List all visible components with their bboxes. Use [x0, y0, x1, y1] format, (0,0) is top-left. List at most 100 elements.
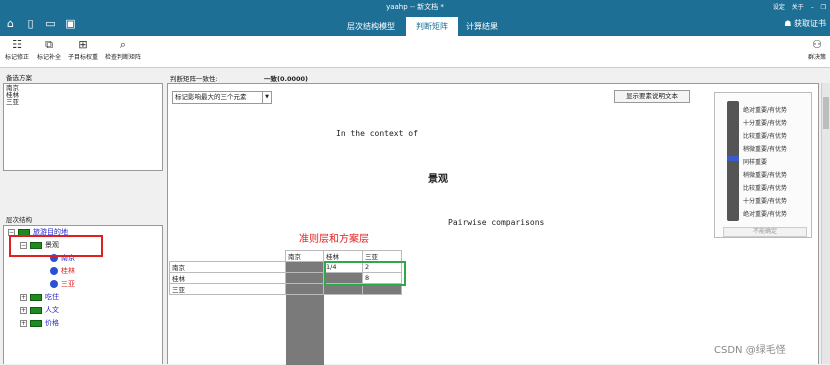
alternative-icon: [50, 267, 58, 275]
scale-label-equal: 同样重要: [743, 159, 768, 166]
sub-goal-weight-button[interactable]: ⊞ 子目标权重: [66, 38, 100, 66]
column-header: 南京: [285, 250, 324, 262]
matrix-icon: [30, 293, 42, 301]
matrix-cell-lower: [285, 272, 324, 284]
edit-icon: ⧉: [45, 38, 53, 51]
tab-results[interactable]: 计算结果: [460, 17, 504, 36]
mark-complete-button[interactable]: ⧉ 标记补全: [34, 38, 64, 66]
get-certificate-link[interactable]: ☗ 获取证书: [784, 18, 826, 29]
user-icon: ☗: [784, 19, 792, 28]
about-link[interactable]: 关于: [792, 4, 804, 11]
home-icon[interactable]: ⌂: [4, 17, 17, 30]
show-description-button[interactable]: 显示要素说明文本: [614, 90, 690, 103]
dropdown-value: 标记影响最大的三个元素: [175, 93, 247, 101]
matrix-cell-diagonal: [285, 261, 324, 273]
scale-label: 绝对重要/有优势: [743, 211, 788, 218]
tree-subitem-guilin[interactable]: 桂林: [50, 266, 75, 277]
matrix-spacer: [170, 295, 286, 365]
mark-correction-label: 标记修正: [4, 54, 29, 61]
scale-slider-thumb[interactable]: [727, 156, 739, 161]
tree-subitem-label: 桂林: [61, 267, 75, 275]
scale-panel: 绝对重要/有优势 十分重要/有优势 比较重要/有优势 稍微重要/有优势 同样重要…: [714, 92, 812, 238]
alternatives-items: 南京 桂林 三亚: [6, 85, 19, 106]
pairwise-text: Pairwise comparisons: [448, 218, 545, 227]
scale-label: 稍微重要/有优势: [743, 172, 788, 179]
magnifier-icon: ⌕: [119, 38, 127, 51]
mark-complete-label: 标记补全: [36, 54, 61, 61]
column-header: 三亚: [362, 250, 402, 262]
minimize-button[interactable]: –: [811, 4, 814, 11]
list-item[interactable]: 三亚: [6, 99, 19, 106]
get-certificate-label: 获取证书: [794, 19, 826, 28]
matrix-cell-lower: [285, 283, 324, 295]
scale-label: 比较重要/有优势: [743, 133, 788, 140]
window-controls: 设定 关于 – ❐: [768, 2, 826, 11]
restore-button[interactable]: ❐: [821, 4, 826, 11]
row-header: 桂林: [169, 272, 286, 284]
scrollbar-thumb[interactable]: [823, 97, 829, 129]
highlight-box-red: [9, 235, 103, 257]
column-header: 桂林: [323, 250, 363, 262]
annotation-label: 准则层和方案层: [299, 234, 369, 245]
window-title: yaahp -- 新文档 *: [386, 3, 444, 11]
alternatives-list: 南京 桂林 三亚: [3, 83, 163, 171]
watermark: CSDN @绿毛怪: [714, 345, 786, 356]
cannot-determine-button[interactable]: 不能确定: [723, 227, 807, 237]
row-header: 南京: [169, 261, 286, 273]
new-file-icon[interactable]: ▯: [24, 17, 37, 30]
tree-item-lodging[interactable]: + 吃住: [20, 292, 59, 303]
tab-judgment-matrix[interactable]: 判断矩阵: [406, 17, 458, 36]
consistency-label: 判断矩阵一致性:: [170, 75, 218, 83]
group-icon: ⚇: [812, 38, 822, 51]
tree-item-price[interactable]: + 价格: [20, 318, 59, 329]
check-matrix-label: 检查判断矩阵: [104, 54, 141, 61]
group-decision-label: 群决策: [807, 54, 826, 61]
matrix-empty: [363, 295, 402, 365]
expand-icon[interactable]: +: [20, 306, 27, 314]
hierarchy-title: 层次结构: [6, 216, 32, 224]
sub-goal-weight-label: 子目标权重: [67, 54, 98, 61]
matrix-icon: [30, 319, 42, 327]
tab-hierarchy-model[interactable]: 层次结构模型: [338, 17, 404, 36]
group-decision-button[interactable]: ⚇ 群决策: [804, 38, 830, 66]
toolbar: ☷ 标记修正 ⧉ 标记补全 ⊞ 子目标权重 ⌕ 检查判断矩阵 ⚇ 群决策: [0, 36, 830, 68]
mark-correction-button[interactable]: ☷ 标记修正: [2, 38, 32, 66]
tree-item-culture[interactable]: + 人文: [20, 305, 59, 316]
settings-link[interactable]: 设定: [773, 4, 785, 11]
tree-item-label: 价格: [45, 319, 59, 327]
expand-icon[interactable]: +: [20, 319, 27, 327]
expand-icon[interactable]: +: [20, 293, 27, 301]
scale-label: 绝对重要/有优势: [743, 107, 788, 114]
vertical-scrollbar[interactable]: [821, 83, 830, 364]
save-icon[interactable]: ▣: [64, 17, 77, 30]
matrix-icon: [30, 306, 42, 314]
highlight-dropdown[interactable]: 标记影响最大的三个元素 ▼: [172, 91, 272, 104]
alternatives-title: 备选方案: [6, 74, 32, 82]
scale-slider-track[interactable]: [727, 101, 739, 221]
chevron-down-icon[interactable]: ▼: [262, 92, 271, 103]
consistency-value: 一致(0.0000): [264, 75, 309, 83]
matrix-corner: [169, 250, 286, 262]
sliders-icon: ☷: [12, 38, 22, 51]
check-matrix-button[interactable]: ⌕ 检查判断矩阵: [102, 38, 144, 66]
menu-bar: ⌂ ▯ ▭ ▣ 层次结构模型 判断矩阵 计算结果 ☗ 获取证书: [0, 14, 830, 36]
weight-icon: ⊞: [78, 38, 88, 51]
matrix-panel: 标记影响最大的三个元素 ▼ 显示要素说明文本 In the context of…: [167, 83, 819, 365]
tree-subitem-label: 三亚: [61, 280, 75, 288]
matrix-gray-column: [285, 294, 324, 365]
alternative-icon: [50, 280, 58, 288]
tree-item-label: 吃住: [45, 293, 59, 301]
title-bar: yaahp -- 新文档 * 设定 关于 – ❐: [0, 0, 830, 14]
scale-label: 十分重要/有优势: [743, 120, 788, 127]
highlight-box-green: [324, 261, 406, 286]
criterion-name: 景观: [428, 174, 448, 185]
row-header: 三亚: [169, 283, 286, 295]
scale-label: 十分重要/有优势: [743, 198, 788, 205]
matrix-empty: [324, 295, 363, 365]
scale-label: 稍微重要/有优势: [743, 146, 788, 153]
context-text: In the context of: [336, 129, 418, 138]
scale-label: 比较重要/有优势: [743, 185, 788, 192]
open-folder-icon[interactable]: ▭: [44, 17, 57, 30]
tree-item-label: 人文: [45, 306, 59, 314]
tree-subitem-sanya[interactable]: 三亚: [50, 279, 75, 290]
